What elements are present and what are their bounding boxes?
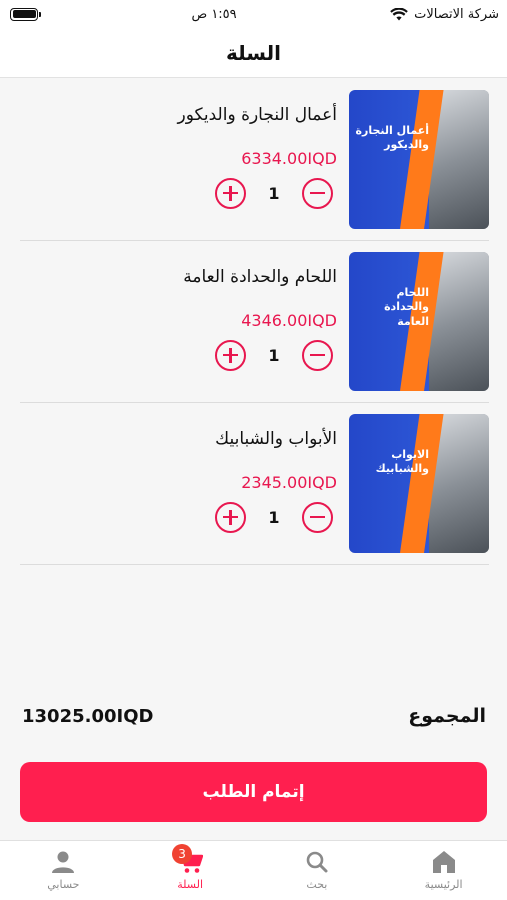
item-price: 2345.00IQD xyxy=(241,473,337,492)
battery-icon xyxy=(10,7,41,21)
thumbnail-caption: أعمال النجارة والديكور xyxy=(355,124,429,152)
cart-count-badge: 3 xyxy=(172,844,193,864)
quantity-stepper: 1 xyxy=(215,501,333,533)
decrease-quantity-button[interactable] xyxy=(301,177,333,209)
person-icon xyxy=(52,851,75,873)
item-price: 4346.00IQD xyxy=(241,311,337,330)
home-icon xyxy=(432,851,455,873)
item-thumbnail[interactable]: الابواب والشبابيك xyxy=(349,414,489,553)
checkout-button[interactable]: إتمام الطلب xyxy=(20,762,487,822)
item-thumbnail[interactable]: أعمال النجارة والديكور xyxy=(349,90,489,229)
item-thumbnail[interactable]: اللحام والحدادة العامة xyxy=(349,252,489,391)
app-header: السلة xyxy=(0,28,507,78)
search-icon xyxy=(306,851,328,873)
nav-item-account[interactable]: حسابي xyxy=(3,850,123,891)
thumbnail-caption: الابواب والشبابيك xyxy=(375,448,429,476)
checkout-label: إتمام الطلب xyxy=(202,782,305,802)
quantity-value: 1 xyxy=(268,183,280,203)
nav-item-cart[interactable]: 3 السلة xyxy=(130,844,250,891)
cart-item: اللحام والحدادة العامة اللحام والحدادة ا… xyxy=(20,241,489,403)
item-name: الأبواب والشبابيك xyxy=(215,429,337,449)
quantity-value: 1 xyxy=(268,507,280,527)
status-bar: ١:٥٩ ص شركة الاتصالات xyxy=(0,0,507,28)
quantity-stepper: 1 xyxy=(215,339,333,371)
nav-label: السلة xyxy=(177,878,203,891)
carrier-name: شركة الاتصالات xyxy=(414,6,499,22)
cart-list: أعمال النجارة والديكور أعمال النجارة وال… xyxy=(20,79,489,565)
quantity-value: 1 xyxy=(268,345,280,365)
item-price: 6334.00IQD xyxy=(241,149,337,168)
increase-quantity-button[interactable] xyxy=(215,177,246,209)
cart-item: الابواب والشبابيك الأبواب والشبابيك 2345… xyxy=(20,403,489,565)
thumbnail-caption: اللحام والحدادة العامة xyxy=(384,286,429,328)
nav-label: الرئيسية xyxy=(424,878,463,891)
quantity-stepper: 1 xyxy=(215,177,333,209)
item-name: اللحام والحدادة العامة xyxy=(183,267,337,287)
increase-quantity-button[interactable] xyxy=(215,339,246,371)
decrease-quantity-button[interactable] xyxy=(301,501,333,533)
item-name: أعمال النجارة والديكور xyxy=(177,105,337,125)
nav-label: حسابي xyxy=(47,878,80,891)
total-label: المجموع xyxy=(408,705,486,727)
status-time: ١:٥٩ ص xyxy=(191,6,237,22)
increase-quantity-button[interactable] xyxy=(215,501,246,533)
bottom-nav: حسابي 3 السلة بحث الرئيسية xyxy=(0,840,507,900)
total-row: 13025.00IQD المجموع xyxy=(22,705,486,727)
total-amount: 13025.00IQD xyxy=(22,705,154,727)
page-title: السلة xyxy=(225,40,281,65)
decrease-quantity-button[interactable] xyxy=(301,339,333,371)
wifi-icon xyxy=(390,7,408,20)
nav-item-search[interactable]: بحث xyxy=(257,850,377,891)
nav-label: بحث xyxy=(306,878,328,891)
nav-item-home[interactable]: الرئيسية xyxy=(384,850,504,891)
cart-item: أعمال النجارة والديكور أعمال النجارة وال… xyxy=(20,79,489,241)
status-right: شركة الاتصالات xyxy=(390,7,499,22)
